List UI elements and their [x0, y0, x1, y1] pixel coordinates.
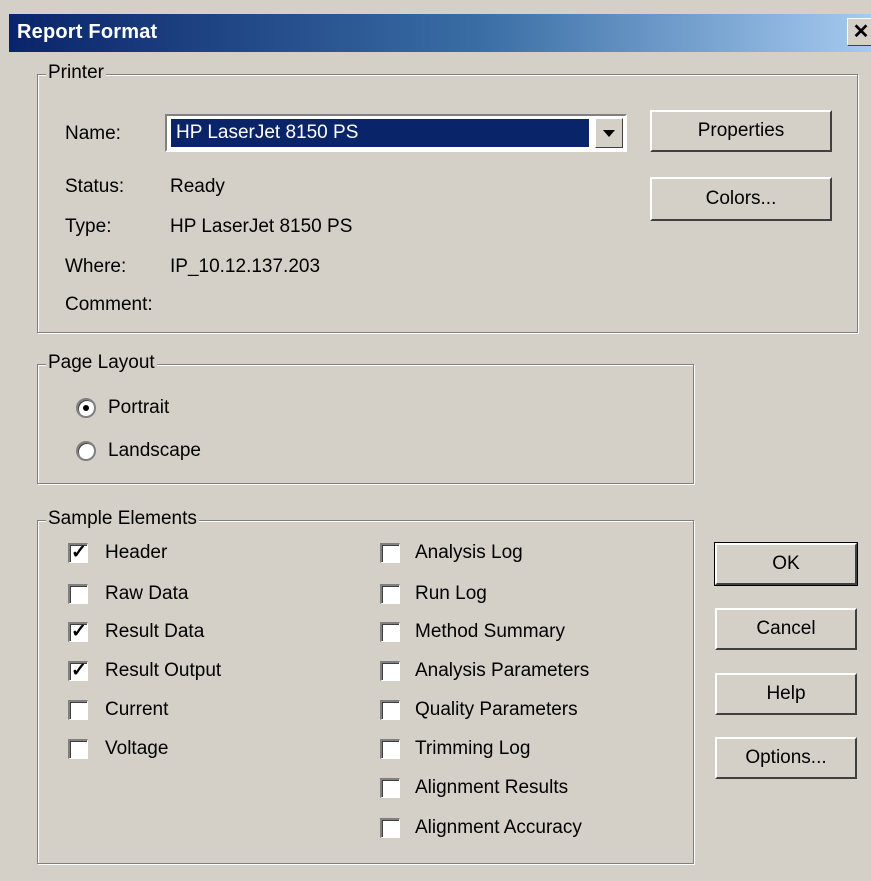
properties-button[interactable]: Properties — [650, 110, 832, 152]
landscape-label: Landscape — [108, 440, 201, 461]
voltage-label: Voltage — [105, 738, 169, 759]
run-log-checkbox[interactable] — [380, 584, 400, 604]
alignment-results-checkbox[interactable] — [380, 778, 400, 798]
current-checkbox[interactable] — [68, 700, 88, 720]
title-bar[interactable]: Report Format ✕ — [9, 14, 871, 52]
header-checkbox[interactable]: ✓ — [68, 542, 88, 563]
method-summary-checkbox[interactable] — [380, 622, 400, 642]
chevron-down-icon[interactable] — [595, 118, 623, 148]
type-label: Type: — [65, 216, 112, 237]
where-value: IP_10.12.137.203 — [170, 256, 321, 277]
header-label: Header — [105, 542, 168, 563]
method-summary-label: Method Summary — [415, 621, 565, 642]
result-data-checkbox[interactable]: ✓ — [68, 621, 88, 642]
status-label: Status: — [65, 176, 125, 197]
where-label: Where: — [65, 256, 127, 277]
close-icon: ✕ — [852, 21, 870, 43]
raw-data-label: Raw Data — [105, 583, 189, 604]
cancel-button[interactable]: Cancel — [715, 608, 857, 650]
current-label: Current — [105, 699, 169, 720]
trimming-log-label: Trimming Log — [415, 738, 531, 759]
result-output-label: Result Output — [105, 660, 222, 681]
analysis-log-label: Analysis Log — [415, 542, 523, 563]
page-layout-legend: Page Layout — [46, 352, 157, 374]
alignment-results-label: Alignment Results — [415, 777, 569, 798]
result-data-label: Result Data — [105, 621, 205, 642]
trimming-log-checkbox[interactable] — [380, 739, 400, 759]
page-layout-group: Page Layout — [37, 352, 694, 484]
analysis-log-checkbox[interactable] — [380, 543, 400, 563]
window-title: Report Format — [17, 21, 158, 43]
printer-name-value: HP LaserJet 8150 PS — [171, 119, 589, 147]
name-label: Name: — [65, 123, 121, 144]
quality-parameters-checkbox[interactable] — [380, 700, 400, 720]
alignment-accuracy-label: Alignment Accuracy — [415, 817, 582, 838]
run-log-label: Run Log — [415, 583, 487, 604]
printer-legend: Printer — [46, 62, 106, 84]
landscape-radio[interactable] — [76, 441, 96, 461]
help-button[interactable]: Help — [715, 673, 857, 715]
sample-elements-legend: Sample Elements — [46, 508, 199, 530]
comment-label: Comment: — [65, 294, 153, 315]
analysis-parameters-label: Analysis Parameters — [415, 660, 590, 681]
close-button[interactable]: ✕ — [847, 18, 871, 46]
sample-elements-group: Sample Elements — [37, 508, 694, 864]
colors-button[interactable]: Colors... — [650, 177, 832, 221]
type-value: HP LaserJet 8150 PS — [170, 216, 353, 237]
report-format-dialog: Report Format ✕ Printer Name: HP LaserJe… — [0, 0, 871, 881]
ok-button[interactable]: OK — [714, 542, 858, 586]
result-output-checkbox[interactable]: ✓ — [68, 660, 88, 681]
alignment-accuracy-checkbox[interactable] — [380, 818, 400, 838]
printer-name-select[interactable]: HP LaserJet 8150 PS — [165, 114, 627, 152]
options-button[interactable]: Options... — [715, 737, 857, 779]
status-value: Ready — [170, 176, 225, 197]
voltage-checkbox[interactable] — [68, 739, 88, 759]
raw-data-checkbox[interactable] — [68, 584, 88, 604]
quality-parameters-label: Quality Parameters — [415, 699, 578, 720]
portrait-label: Portrait — [108, 397, 170, 418]
analysis-parameters-checkbox[interactable] — [380, 661, 400, 681]
portrait-radio[interactable] — [76, 398, 96, 418]
